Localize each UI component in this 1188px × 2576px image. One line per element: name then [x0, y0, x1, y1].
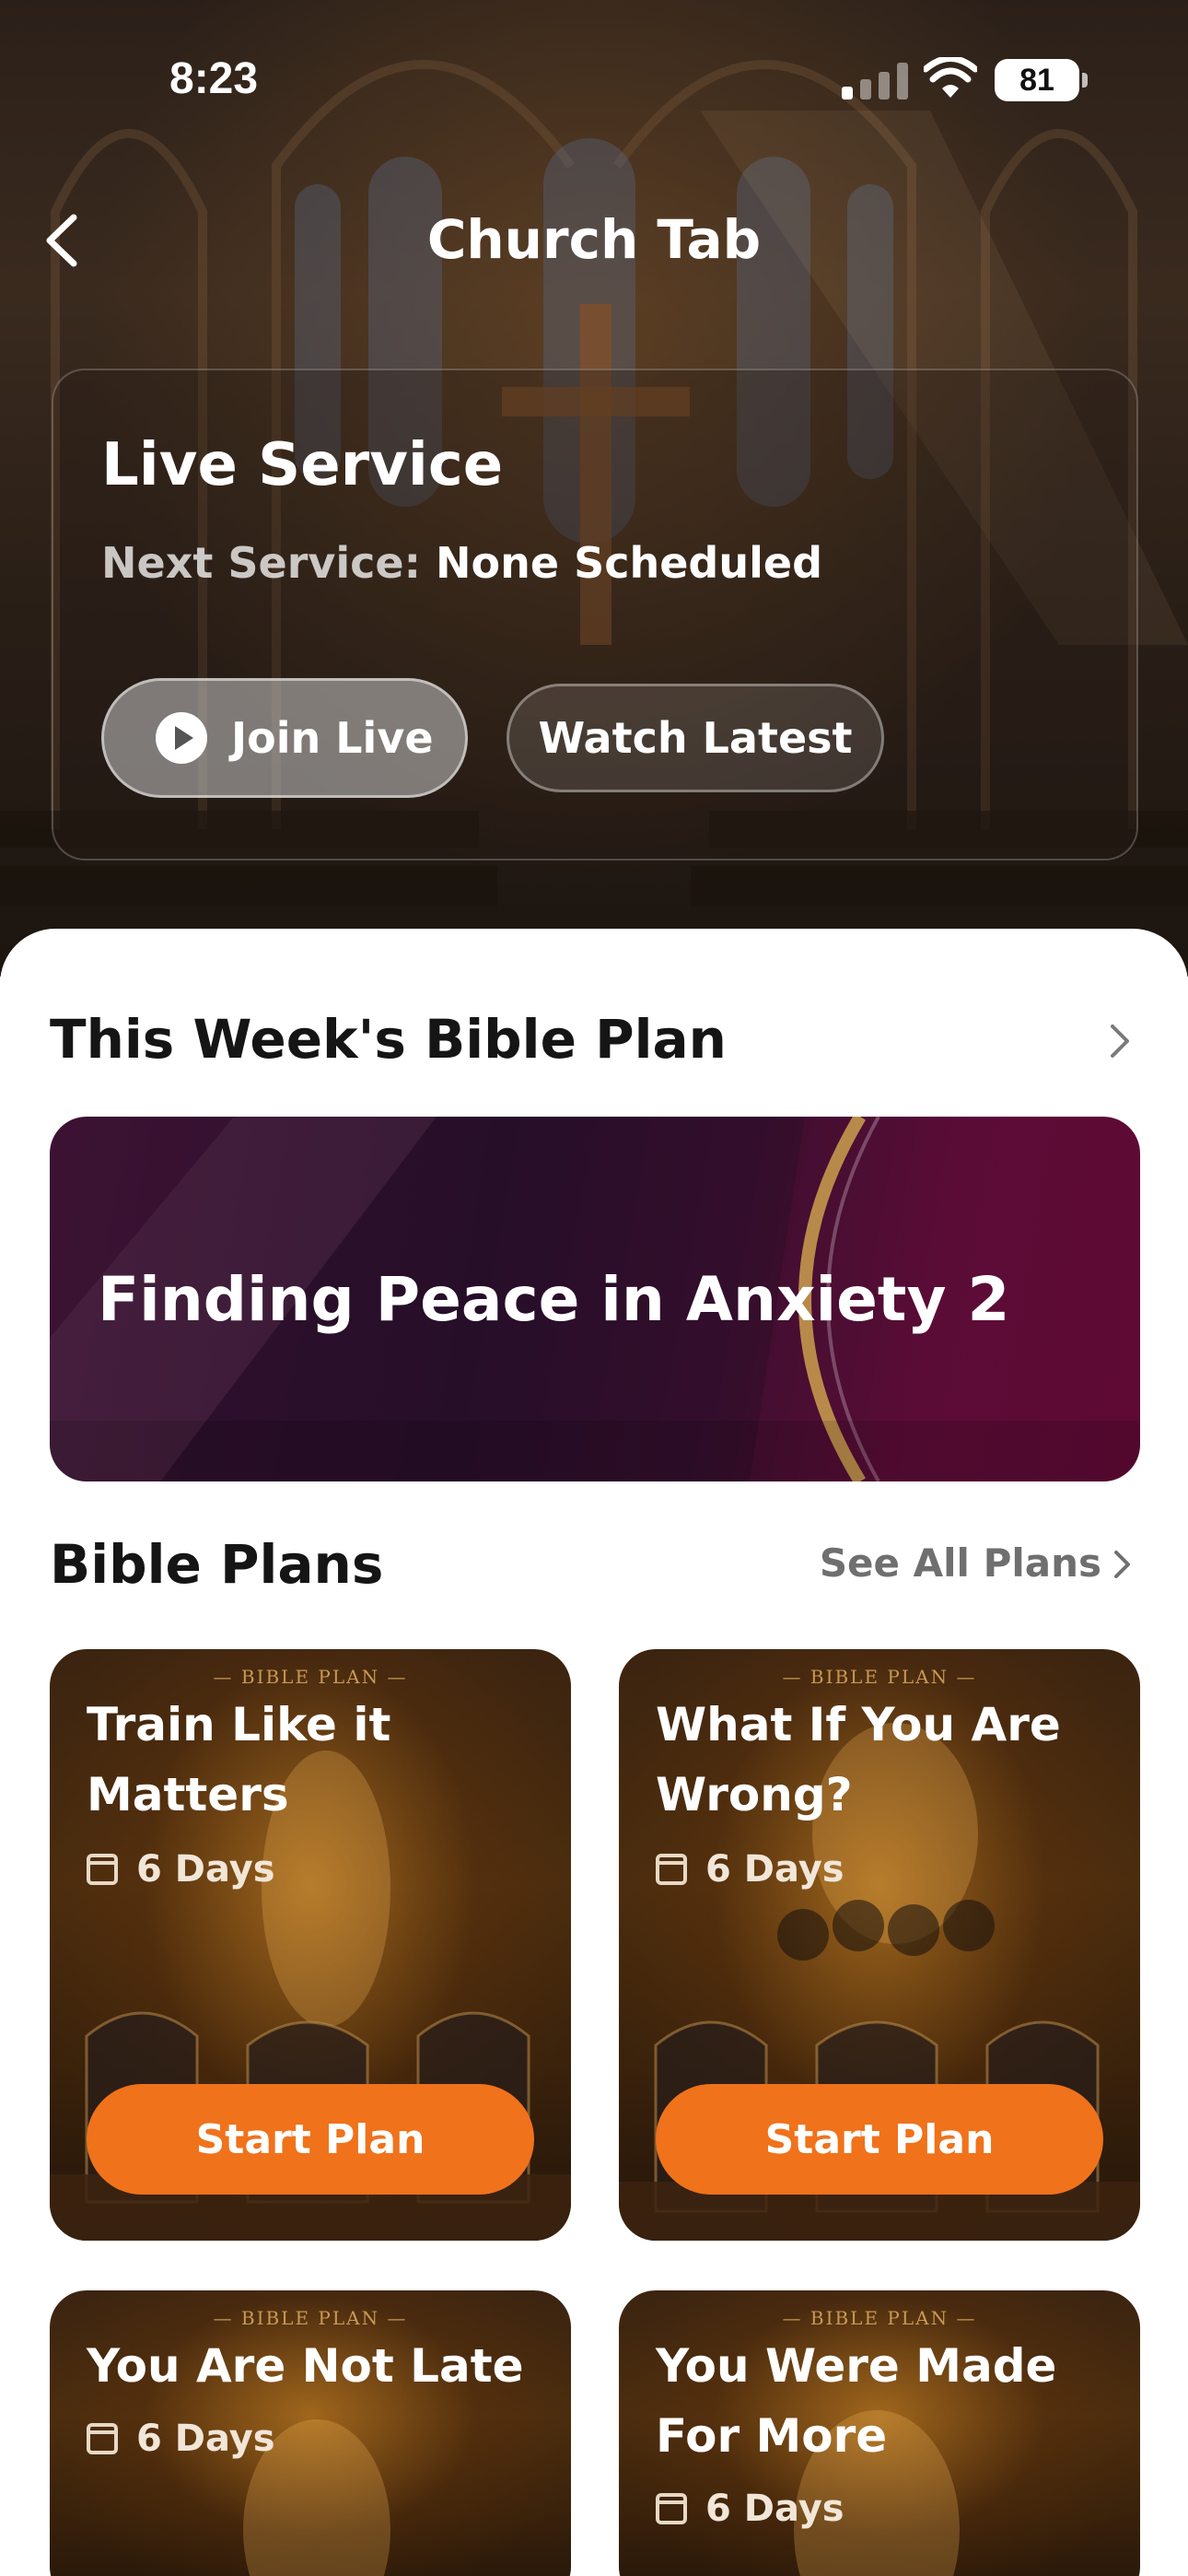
- page-title: Church Tab: [426, 208, 762, 271]
- next-service-row: Next Service: None Scheduled: [101, 538, 822, 588]
- weekly-plan-banner[interactable]: Finding Peace in Anxiety 2: [50, 1117, 1140, 1481]
- bible-plan-card[interactable]: — BIBLE PLAN — You Are Not Late 6 Days: [50, 2290, 571, 2576]
- chevron-right-icon[interactable]: [1105, 1021, 1133, 1061]
- plan-title: What If You Are Wrong?: [656, 1698, 1061, 1821]
- plan-days-label: 6 Days: [136, 1848, 275, 1891]
- next-service-value: None Scheduled: [436, 538, 822, 588]
- battery-level: 81: [1019, 62, 1054, 98]
- plan-kicker: — BIBLE PLAN —: [213, 1666, 408, 1688]
- plan-title: You Are Not Late: [87, 2339, 524, 2393]
- plan-days-label: 6 Days: [705, 1848, 844, 1891]
- cellular-signal-icon: [842, 61, 908, 100]
- see-all-chevron-icon[interactable]: [1111, 1548, 1133, 1581]
- join-live-label: Join Live: [231, 713, 434, 763]
- join-live-button[interactable]: Join Live: [101, 678, 468, 798]
- see-all-plans-link[interactable]: See All Plans: [820, 1540, 1101, 1586]
- wifi-icon: [924, 57, 977, 98]
- calendar-icon: [87, 2423, 118, 2454]
- plan-title: Train Like it Matters: [87, 1698, 391, 1821]
- watch-latest-button[interactable]: Watch Latest: [507, 684, 884, 792]
- plan-days-label: 6 Days: [136, 2418, 275, 2460]
- battery-indicator: 81: [995, 59, 1088, 101]
- start-plan-button[interactable]: Start Plan: [656, 2084, 1103, 2195]
- plan-kicker: — BIBLE PLAN —: [782, 1666, 977, 1688]
- bible-plans-section-title: Bible Plans: [50, 1533, 384, 1596]
- bible-plan-card[interactable]: — BIBLE PLAN — What If You Are Wrong? 6 …: [619, 1649, 1140, 2241]
- calendar-icon: [656, 2493, 687, 2524]
- plan-duration: 6 Days: [656, 1848, 844, 1891]
- bible-plan-card[interactable]: — BIBLE PLAN — You Were Made For More 6 …: [619, 2290, 1140, 2576]
- live-service-title: Live Service: [101, 431, 504, 499]
- plan-duration: 6 Days: [87, 1848, 275, 1891]
- plan-kicker: — BIBLE PLAN —: [782, 2307, 977, 2329]
- plan-kicker: — BIBLE PLAN —: [213, 2307, 408, 2329]
- plan-duration: 6 Days: [656, 2488, 844, 2530]
- watch-latest-label: Watch Latest: [538, 713, 853, 763]
- start-plan-button[interactable]: Start Plan: [87, 2084, 534, 2195]
- plan-duration: 6 Days: [87, 2418, 275, 2460]
- plan-days-label: 6 Days: [705, 2488, 844, 2530]
- weekly-plan-title: Finding Peace in Anxiety 2: [98, 1264, 1010, 1335]
- bible-plan-card[interactable]: — BIBLE PLAN — Train Like it Matters 6 D…: [50, 1649, 571, 2241]
- play-icon: [156, 712, 207, 764]
- status-time: 8:23: [169, 54, 259, 103]
- calendar-icon: [656, 1854, 687, 1885]
- next-service-label: Next Service:: [101, 538, 421, 588]
- plan-title: You Were Made For More: [656, 2339, 1057, 2463]
- weekly-plan-section-title: This Week's Bible Plan: [50, 1008, 727, 1071]
- calendar-icon: [87, 1854, 118, 1885]
